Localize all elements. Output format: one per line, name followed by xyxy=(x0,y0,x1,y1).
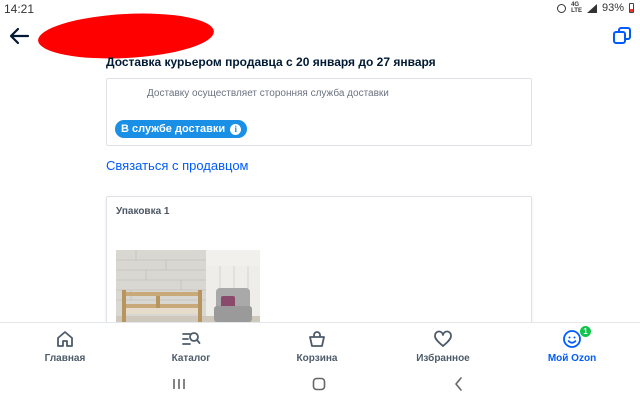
bottom-navigation: Главная Каталог Корзина Избранное Мой Oz… xyxy=(0,322,640,368)
nav-item-cart[interactable]: Корзина xyxy=(272,329,362,364)
delivery-note: Доставку осуществляет сторонняя служба д… xyxy=(147,88,389,99)
arrow-left-icon[interactable] xyxy=(8,26,30,46)
battery-icon xyxy=(629,3,634,13)
contact-seller-link[interactable]: Связаться с продавцом xyxy=(106,158,249,173)
recents-icon[interactable] xyxy=(171,376,187,392)
nav-item-home[interactable]: Главная xyxy=(20,329,110,364)
product-image[interactable] xyxy=(116,250,260,330)
nav-label: Мой Ozon xyxy=(547,353,597,364)
package-card: Упаковка 1 xyxy=(106,196,532,336)
delivery-status-label: В службе доставки xyxy=(121,123,226,135)
delivery-card: Доставку осуществляет сторонняя служба д… xyxy=(106,78,532,146)
nav-item-my-ozon[interactable]: Мой Ozon 1 xyxy=(527,325,617,364)
status-time: 14:21 xyxy=(4,2,35,16)
cart-icon xyxy=(309,331,325,347)
copy-icon[interactable] xyxy=(612,26,632,46)
heart-icon xyxy=(434,330,452,347)
status-icons: 4G LTE 93% xyxy=(557,2,634,14)
back-chevron-icon[interactable] xyxy=(451,376,467,392)
nav-item-favorites[interactable]: Избранное xyxy=(398,329,488,364)
nav-item-catalog[interactable]: Каталог xyxy=(146,329,236,364)
nav-label: Главная xyxy=(44,353,86,364)
lte-icon: 4G LTE xyxy=(571,2,582,14)
nav-label: Каталог xyxy=(171,353,211,364)
signal-icon xyxy=(586,3,597,13)
package-title: Упаковка 1 xyxy=(116,206,170,217)
nav-label: Корзина xyxy=(296,353,338,364)
home-icon xyxy=(57,331,73,347)
catalog-icon xyxy=(182,332,201,345)
nav-label: Избранное xyxy=(416,353,470,364)
alarm-icon xyxy=(557,3,567,13)
home-circle-icon[interactable] xyxy=(311,376,327,392)
status-bar: 14:21 4G LTE 93% xyxy=(0,0,640,18)
battery-percent: 93% xyxy=(601,2,624,14)
delivery-title: Доставка курьером продавца с 20 января д… xyxy=(106,55,436,69)
notification-badge: 1 xyxy=(579,325,592,338)
system-navigation-bar xyxy=(0,368,640,400)
delivery-status-badge[interactable]: В службе доставки i xyxy=(115,120,248,138)
info-icon[interactable]: i xyxy=(230,123,242,135)
